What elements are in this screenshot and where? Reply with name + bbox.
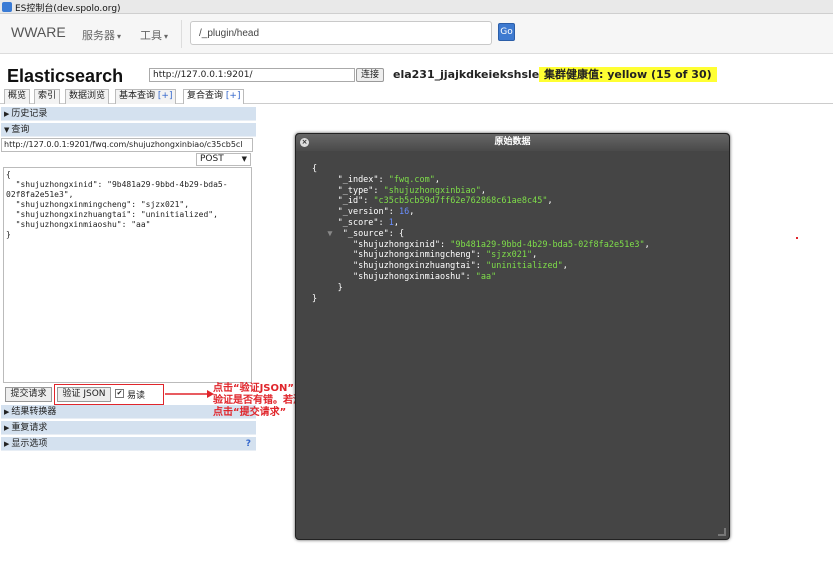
brand-link[interactable]: WWARE — [11, 24, 66, 40]
tab-label: 数据浏览 — [69, 91, 106, 101]
triangle-right-icon: ▶ — [4, 424, 10, 432]
servers-menu[interactable]: 服务器 ▾ — [82, 27, 121, 43]
triangle-right-icon: ▶ — [4, 110, 10, 118]
json-number: 1 — [388, 217, 394, 228]
triangle-right-icon: ▶ — [4, 440, 10, 448]
annotation-arrow-icon — [165, 390, 214, 398]
app-icon — [2, 2, 12, 12]
caret-down-icon: ▾ — [164, 32, 169, 41]
result-transformer-label: 结果转换器 — [11, 407, 57, 417]
json-string: "shujuzhongxinbiao" — [383, 185, 481, 196]
raw-data-dialog: 原始数据 × { "_index": "fwq.com", "_type": "… — [295, 133, 730, 540]
json-key: "_source" — [342, 228, 389, 239]
json-brace: { — [312, 164, 318, 174]
tab-label: 索引 — [38, 91, 57, 101]
es-url-input[interactable]: http://127.0.0.1:9201/ — [149, 68, 355, 82]
json-key: "_version" — [337, 207, 389, 218]
history-section-header[interactable]: ▶ 历史记录 — [1, 107, 256, 121]
resize-grip-icon[interactable] — [718, 528, 726, 536]
json-string: "c35cb5cb59d7ff62e762868c61ae8c45" — [373, 196, 548, 207]
repeat-request-header[interactable]: ▶ 重复请求 — [1, 421, 256, 435]
json-key: "_type" — [337, 185, 374, 196]
caret-down-icon: ▾ — [117, 32, 122, 41]
tab-label: 基本查询 — [119, 91, 156, 101]
dialog-title: 原始数据 — [296, 134, 729, 151]
go-button[interactable]: Go — [498, 23, 515, 41]
connect-button[interactable]: 连接 — [356, 68, 384, 82]
json-string: "fwq.com" — [388, 174, 435, 185]
pretty-label: 易读 — [127, 391, 146, 401]
dropdown-arrow-icon: ▼ — [241, 155, 247, 163]
window-title: ES控制台(dev.spolo.org) — [15, 4, 121, 14]
display-options-header[interactable]: ▶ 显示选项 ? — [1, 437, 256, 451]
query-section-header[interactable]: ▼ 查询 — [1, 123, 256, 137]
tab-basic-query[interactable]: 基本查询 [+] — [115, 89, 177, 104]
tab-compound-query[interactable]: 复合查询 [+] — [183, 89, 245, 104]
tab-indices[interactable]: 索引 — [34, 89, 61, 104]
json-number: 16 — [399, 207, 410, 218]
servers-menu-label: 服务器 — [82, 29, 115, 42]
annotation-line-2a: 验证是否有错。 — [213, 395, 283, 406]
search-input[interactable] — [190, 21, 492, 45]
json-key: "shujuzhongxinzhuangtai" — [352, 261, 476, 272]
json-key: "_id" — [337, 196, 364, 207]
tab-browser[interactable]: 数据浏览 — [65, 89, 110, 104]
stray-mark — [796, 237, 798, 239]
tab-plus: [+] — [225, 91, 241, 101]
close-icon[interactable]: × — [300, 138, 309, 147]
json-key: "_score" — [337, 217, 379, 228]
cluster-name: ela231_jjajkdkeiekshslel — [393, 68, 543, 81]
json-string: "aa" — [475, 271, 497, 282]
nav-divider — [181, 20, 182, 48]
cluster-health-badge: 集群健康值: yellow (15 of 30) — [539, 67, 717, 82]
tools-menu-label: 工具 — [140, 29, 162, 42]
pretty-checkbox[interactable]: ✔ — [115, 389, 124, 398]
json-key: "_index" — [337, 174, 379, 185]
query-label: 查询 — [11, 125, 30, 135]
repeat-request-label: 重复请求 — [11, 423, 48, 433]
json-string: "uninitialized" — [486, 261, 563, 272]
history-label: 历史记录 — [11, 109, 48, 119]
page-title: Elasticsearch — [7, 66, 124, 86]
window-titlebar: ES控制台(dev.spolo.org) — [0, 0, 833, 14]
method-select[interactable]: POST ▼ — [196, 153, 251, 166]
submit-request-button[interactable]: 提交请求 — [5, 387, 52, 402]
tab-overview[interactable]: 概览 — [4, 89, 31, 104]
tab-plus: [+] — [157, 91, 173, 101]
validate-json-button[interactable]: 验证 JSON — [57, 387, 111, 402]
tab-label: 概览 — [8, 91, 27, 101]
json-key: "shujuzhongxinid" — [352, 239, 440, 250]
collapse-triangle-icon[interactable]: ▼ — [327, 229, 332, 239]
tab-label: 复合查询 — [187, 91, 224, 101]
help-icon[interactable]: ? — [246, 437, 251, 451]
json-key: "shujuzhongxinmiaoshu" — [352, 271, 466, 282]
query-body-textarea[interactable]: { "shujuzhongxinid": "9b481a29-9bbd-4b29… — [3, 167, 252, 383]
json-key: "shujuzhongxinmingcheng" — [352, 250, 476, 261]
query-url-input[interactable]: http://127.0.0.1:9201/fwq.com/shujuzhong… — [1, 138, 253, 152]
triangle-down-icon: ▼ — [4, 126, 10, 134]
json-viewer: { "_index": "fwq.com", "_type": "shujuzh… — [312, 164, 650, 304]
json-string: "sjzx021" — [486, 250, 533, 261]
tab-bar: 概览 索引 数据浏览 基本查询 [+] 复合查询 [+] — [0, 89, 833, 104]
method-value: POST — [200, 154, 224, 164]
json-string: "9b481a29-9bbd-4b29-bda5-02f8fa2e51e3" — [450, 239, 645, 250]
navbar: WWARE 服务器▾ 工具▾ Go — [0, 14, 833, 54]
display-options-label: 显示选项 — [11, 439, 48, 449]
tools-menu[interactable]: 工具 ▾ — [140, 27, 168, 43]
triangle-right-icon: ▶ — [4, 408, 10, 416]
